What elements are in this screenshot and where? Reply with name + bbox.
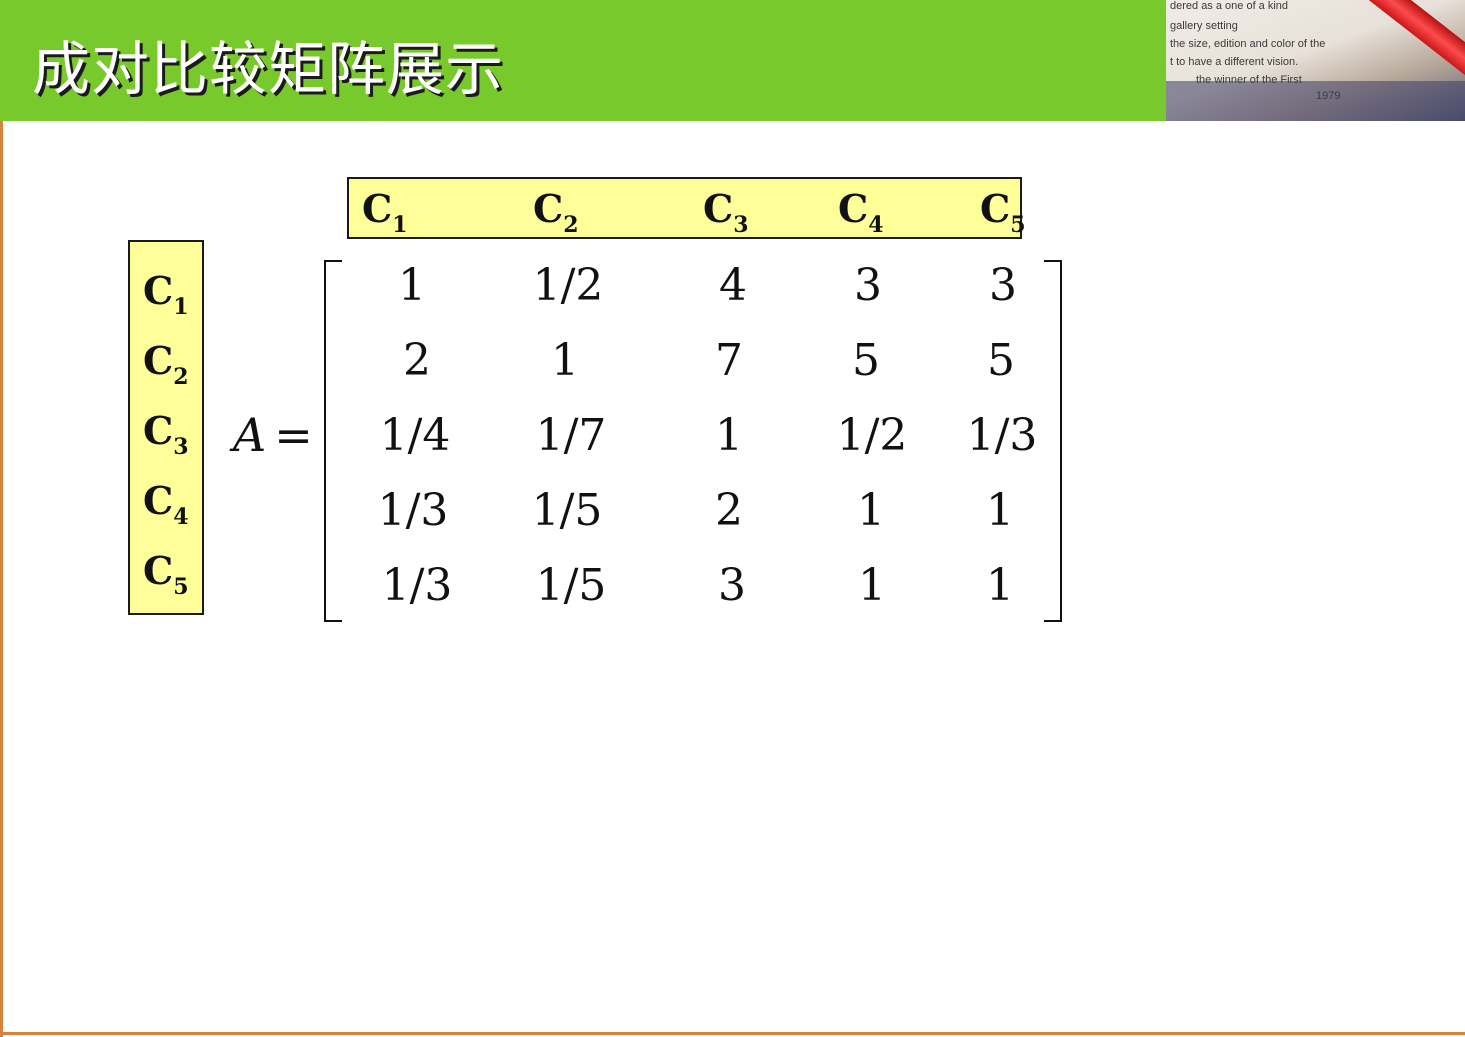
matrix-cell: 5 [987, 335, 1015, 386]
matrix-cell: 1 [715, 410, 743, 461]
column-criteria-header [347, 177, 1022, 239]
matrix-cell: 3 [989, 260, 1017, 311]
matrix-cell: 7 [715, 335, 743, 386]
red-pen-image [1356, 0, 1465, 83]
matrix-cell: 3 [718, 560, 746, 611]
photo-text-line: gallery setting [1170, 20, 1238, 32]
matrix-cell: 5 [852, 335, 880, 386]
left-bracket [324, 260, 342, 622]
row-criterion: C3 [143, 408, 189, 460]
photo-shadow [1166, 81, 1465, 121]
photo-text-line: the size, edition and color of the [1170, 38, 1326, 50]
matrix-cell: 1/2 [836, 410, 908, 461]
matrix-cell: 1 [551, 335, 579, 386]
matrix-cell: 3 [854, 260, 882, 311]
column-criterion: C3 [703, 186, 749, 238]
title-bar: 成对比较矩阵展示 [0, 0, 1166, 121]
bottom-border [0, 1032, 1465, 1035]
matrix-cell: 1/5 [531, 485, 603, 536]
matrix-cell: 1 [986, 560, 1014, 611]
header-photo: dered as a one of a kind gallery setting… [1166, 0, 1465, 121]
matrix-cell: 1 [857, 485, 885, 536]
matrix-label: A = [233, 408, 313, 462]
matrix-cell: 1/5 [535, 560, 607, 611]
photo-text-line: t to have a different vision. [1170, 56, 1299, 68]
matrix-cell: 2 [403, 335, 431, 386]
column-criterion: C5 [980, 186, 1026, 238]
matrix-cell: 1/7 [535, 410, 607, 461]
matrix-cell: 1/3 [377, 485, 449, 536]
column-criterion: C1 [362, 186, 408, 238]
matrix-cell: 1/2 [532, 260, 604, 311]
matrix-cell: 1 [398, 260, 426, 311]
column-criterion: C2 [533, 186, 579, 238]
slide-title: 成对比较矩阵展示 [32, 35, 505, 103]
row-criterion: C2 [143, 338, 189, 390]
left-border [0, 0, 3, 1037]
row-criterion: C1 [143, 268, 189, 320]
photo-text-line: dered as a one of a kind [1170, 0, 1289, 12]
matrix-cell: 1/3 [966, 410, 1038, 461]
matrix-cell: 1 [858, 560, 886, 611]
column-criterion: C4 [838, 186, 884, 238]
matrix-cell: 1/4 [379, 410, 451, 461]
matrix-cell: 2 [715, 485, 743, 536]
matrix-cell: 1/3 [381, 560, 453, 611]
matrix-cell: 4 [719, 260, 747, 311]
matrix-cell: 1 [986, 485, 1014, 536]
row-criterion: C4 [143, 478, 189, 530]
row-criterion: C5 [143, 548, 189, 600]
